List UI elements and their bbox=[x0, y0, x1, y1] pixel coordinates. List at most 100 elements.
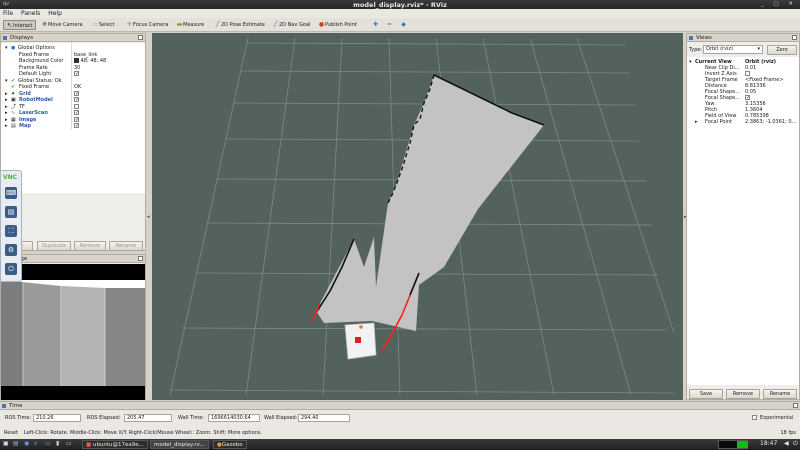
window-controls[interactable]: _ ▢ ✕ bbox=[761, 1, 797, 7]
experimental-checkbox[interactable] bbox=[752, 415, 757, 422]
displays-tree: ▾ ● Global Options Fixed Frame base_link Ba… bbox=[1, 43, 145, 193]
experimental-label: Experimental bbox=[760, 415, 794, 421]
focus-camera-icon: ✛ bbox=[126, 21, 133, 28]
float-icon[interactable] bbox=[793, 403, 798, 408]
menu-file[interactable]: File bbox=[0, 9, 16, 17]
interact-tool[interactable]: ↖Interact bbox=[3, 20, 36, 30]
start-menu-icon[interactable]: ▣ bbox=[3, 440, 9, 447]
wall-time-field[interactable]: 1696614030.64 bbox=[208, 414, 260, 422]
render-viewport[interactable] bbox=[152, 33, 683, 400]
ros-time-field[interactable]: 210.26 bbox=[33, 414, 81, 422]
taskbar-terminal[interactable]: ■ ubuntu@17ea9e... bbox=[82, 440, 148, 449]
scene bbox=[169, 37, 675, 396]
robot-sensor bbox=[359, 325, 363, 329]
color-swatch bbox=[74, 58, 79, 63]
tree-map[interactable]: ▸ ▤ Map ✓ bbox=[1, 123, 145, 130]
remove-display-button[interactable]: Remove bbox=[74, 241, 106, 251]
left-splitter-handle[interactable]: ◂ bbox=[147, 214, 150, 220]
float-icon[interactable] bbox=[138, 35, 143, 40]
taskbar-rviz[interactable]: model_display.rv... bbox=[150, 440, 209, 449]
ros-time-label: ROS Time: bbox=[5, 415, 32, 421]
nav-goal-icon: ╱ bbox=[273, 21, 278, 28]
rename-display-button[interactable]: Rename bbox=[109, 241, 143, 251]
vnc-clipboard-icon[interactable]: ▤ bbox=[5, 206, 17, 218]
toolbar: ↖Interact ✥Move Camera ▭Select ✛Focus Ca… bbox=[0, 18, 800, 32]
select-icon: ▭ bbox=[92, 21, 99, 28]
publish-point-icon: ● bbox=[318, 21, 325, 28]
save-view-button[interactable]: Save bbox=[689, 389, 723, 399]
cpu-monitor bbox=[718, 440, 748, 449]
occupancy-map bbox=[316, 75, 544, 331]
vnc-disconnect-icon[interactable]: ⏻ bbox=[5, 263, 17, 275]
map-checkbox[interactable]: ✓ bbox=[74, 123, 79, 129]
map-icon: ▤ bbox=[11, 123, 16, 129]
focal-shape-checkbox[interactable]: ✓ bbox=[745, 95, 750, 101]
robot-marker bbox=[355, 337, 361, 343]
ros-elapsed-label: ROS Elapsed: bbox=[87, 415, 121, 421]
measure-tool[interactable]: ▬Measure bbox=[174, 20, 206, 30]
move-camera-tool[interactable]: ✥Move Camera bbox=[39, 20, 85, 30]
time-header: Time bbox=[0, 402, 800, 410]
views-icon bbox=[689, 36, 693, 40]
reset-button[interactable]: Reset bbox=[4, 430, 18, 436]
camera-image bbox=[1, 264, 145, 400]
move-camera-icon: ✥ bbox=[41, 21, 48, 28]
vnc-logo: VNC bbox=[3, 174, 18, 181]
cpu-monitor-bar bbox=[737, 441, 748, 448]
invert-z-checkbox[interactable] bbox=[745, 71, 750, 76]
views-tree: ▾ Current View Orbit (rviz) Near Clip Di..… bbox=[687, 57, 799, 385]
wall-elapsed-label: Wall Elapsed: bbox=[264, 415, 298, 421]
power-icon[interactable]: ⏻ bbox=[793, 440, 798, 448]
desktop-icon[interactable]: ▭ bbox=[45, 440, 51, 447]
default-light-checkbox[interactable]: ✓ bbox=[74, 71, 79, 77]
wall-time-label: Wall Time: bbox=[178, 415, 204, 421]
remove-view-button[interactable]: Remove bbox=[726, 389, 760, 399]
grid-checkbox[interactable]: ✓ bbox=[74, 90, 79, 96]
image-checkbox[interactable]: ✓ bbox=[74, 116, 79, 122]
type-label: Type: bbox=[689, 47, 703, 53]
select-tool[interactable]: ▭Select bbox=[90, 20, 116, 30]
pose-estimate-tool[interactable]: ╱ 2D Pose Estimate bbox=[212, 20, 267, 30]
float-icon[interactable] bbox=[138, 256, 143, 261]
nav-goal-tool[interactable]: ╱ 2D Nav Goal bbox=[270, 20, 312, 30]
taskbar-gazebo[interactable]: ●Gazebo bbox=[213, 440, 247, 449]
taskbar: ▣ ▤ ◉ ⌕ ▭ ▮ ▭ ■ ubuntu@17ea9e... model_d… bbox=[0, 439, 800, 450]
terminal-icon[interactable]: ▮ bbox=[56, 440, 59, 447]
view-type-select[interactable]: Orbit (rviz) ▾ bbox=[703, 45, 763, 54]
browser-icon[interactable]: ◉ bbox=[24, 440, 29, 447]
zero-button[interactable]: Zero bbox=[767, 45, 797, 55]
search-icon[interactable]: ⌕ bbox=[34, 440, 37, 448]
menu-help[interactable]: Help bbox=[45, 9, 65, 17]
view-icon[interactable]: ◆ bbox=[398, 20, 409, 30]
volume-icon[interactable]: ◀ bbox=[784, 440, 789, 447]
image-header: Image bbox=[1, 255, 145, 263]
menu-panels[interactable]: Panels bbox=[18, 9, 43, 17]
vnc-fullscreen-icon[interactable]: ⛶ bbox=[5, 225, 17, 237]
plus-icon[interactable]: ✚ bbox=[370, 20, 381, 30]
screen-icon[interactable]: ▭ bbox=[66, 440, 72, 447]
clock: 18:47 bbox=[760, 440, 778, 447]
focus-camera-tool[interactable]: ✛Focus Camera bbox=[124, 20, 171, 30]
vnc-settings-icon[interactable]: ⚙ bbox=[5, 244, 17, 256]
files-icon[interactable]: ▤ bbox=[13, 440, 19, 447]
focal-point-row[interactable]: ▸ Focal Point 2.3863; -1.0361; 0... bbox=[687, 119, 799, 126]
tf-checkbox[interactable] bbox=[74, 103, 79, 109]
publish-point-tool[interactable]: ●Publish Point bbox=[316, 20, 359, 30]
minus-icon[interactable]: ━ bbox=[384, 20, 395, 30]
window-title: model_display.rviz* - RViz bbox=[353, 1, 447, 9]
status-help: Left-Click: Rotate. Middle-Click: Move X… bbox=[24, 430, 262, 436]
robotmodel-checkbox[interactable]: ✓ bbox=[74, 97, 79, 103]
title-bar: qv model_display.rviz* - RViz _ ▢ ✕ bbox=[0, 0, 800, 9]
displays-icon bbox=[3, 36, 7, 40]
float-icon[interactable] bbox=[792, 35, 797, 40]
views-panel: Views Type: Orbit (rviz) ▾ Zero ▾ Current … bbox=[686, 33, 800, 400]
vnc-keyboard-icon[interactable]: ⌨ bbox=[5, 187, 17, 199]
fps-readout: 18 fps bbox=[780, 430, 797, 436]
wall-elapsed-field[interactable]: 294.40 bbox=[298, 414, 350, 422]
ros-elapsed-field[interactable]: 205.47 bbox=[124, 414, 172, 422]
laserscan-checkbox[interactable]: ✓ bbox=[74, 110, 79, 116]
measure-icon: ▬ bbox=[176, 21, 183, 28]
interact-icon: ↖ bbox=[6, 22, 13, 29]
rename-view-button[interactable]: Rename bbox=[763, 389, 797, 399]
duplicate-display-button[interactable]: Duplicate bbox=[37, 241, 71, 251]
